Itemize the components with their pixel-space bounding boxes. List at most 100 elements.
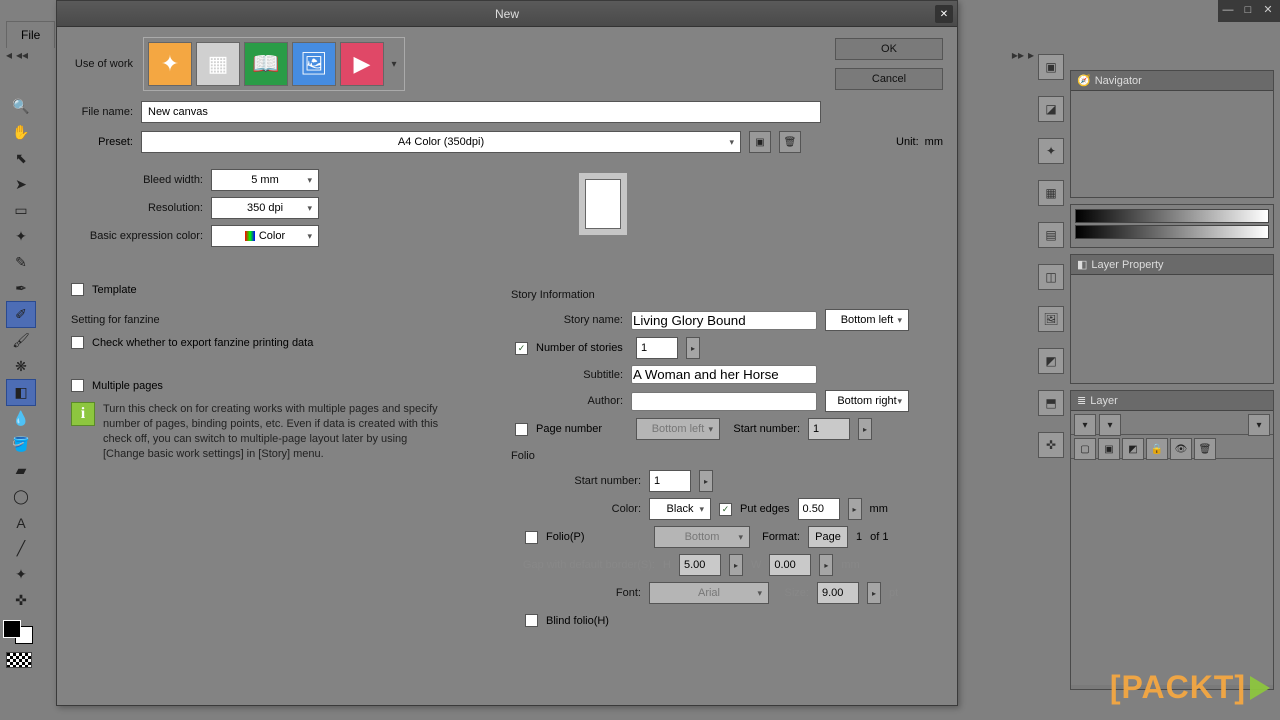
marquee-tool-icon[interactable]: ▭ xyxy=(6,197,36,224)
use-book-icon[interactable]: 📖 xyxy=(244,42,288,86)
dock-btn-4-icon[interactable]: ▦ xyxy=(1038,180,1064,206)
layer-act-1-icon[interactable]: ▢ xyxy=(1074,438,1096,460)
airbrush-tool-icon[interactable]: 🖌 xyxy=(6,327,36,354)
window-controls: — □ ✕ xyxy=(1218,0,1280,22)
dock-btn-5-icon[interactable]: ▤ xyxy=(1038,222,1064,248)
dock-btn-6-icon[interactable]: ◫ xyxy=(1038,264,1064,290)
folio-start-stepper[interactable]: ▸ xyxy=(699,470,713,492)
dock-btn-3-icon[interactable]: ✦ xyxy=(1038,138,1064,164)
bleed-width-select[interactable]: 5 mm xyxy=(211,169,319,191)
gradient-strip-2[interactable] xyxy=(1075,225,1269,239)
layer-tb-2-icon[interactable]: ▾ xyxy=(1099,414,1121,436)
page-start-stepper: ▸ xyxy=(858,418,872,440)
use-dropdown-icon[interactable]: ▾ xyxy=(388,42,400,86)
layer-act-5-icon[interactable]: 👁 xyxy=(1170,438,1192,460)
layer-act-6-icon[interactable]: 🗑 xyxy=(1194,438,1216,460)
multiple-pages-checkbox[interactable] xyxy=(71,379,84,392)
put-edges-stepper[interactable]: ▸ xyxy=(848,498,862,520)
ok-button[interactable]: OK xyxy=(835,38,943,60)
blind-folio-checkbox[interactable] xyxy=(525,614,538,627)
folio-start-input[interactable] xyxy=(649,470,691,492)
preset-select[interactable]: A4 Color (350dpi)▾ xyxy=(141,131,741,153)
font-select: Arial xyxy=(649,582,769,604)
wand-tool-icon[interactable]: ✦ xyxy=(6,223,36,250)
menu-file[interactable]: File xyxy=(6,21,55,48)
gradient-tool-icon[interactable]: ▰ xyxy=(6,457,36,484)
num-stories-input[interactable] xyxy=(636,337,678,359)
eyedropper-tool-icon[interactable]: ✜ xyxy=(6,587,36,614)
story-info-title: Story Information xyxy=(511,289,939,301)
dialog-titlebar[interactable]: New ✕ xyxy=(57,1,957,27)
nav-right-icon[interactable]: ▸ xyxy=(1028,48,1034,62)
transparency-swatch-icon[interactable] xyxy=(6,652,32,668)
magnify-tool-icon[interactable]: 🔍 xyxy=(6,93,36,120)
fill-tool-icon[interactable]: 🪣 xyxy=(6,431,36,458)
nav-left-icon[interactable]: ◂ xyxy=(6,48,12,68)
info-text: Turn this check on for creating works wi… xyxy=(103,402,443,461)
folio-p-position-select: Bottom xyxy=(654,526,750,548)
num-stories-stepper[interactable]: ▸ xyxy=(686,337,700,359)
pen-tool-icon[interactable]: ✒ xyxy=(6,275,36,302)
resolution-select[interactable]: 350 dpi xyxy=(211,197,319,219)
layer-tb-3-icon[interactable]: ▾ xyxy=(1248,414,1270,436)
layer-act-2-icon[interactable]: ▣ xyxy=(1098,438,1120,460)
text-tool-icon[interactable]: A xyxy=(6,509,36,536)
dock-btn-8-icon[interactable]: ◩ xyxy=(1038,348,1064,374)
gradient-strip-panel[interactable] xyxy=(1070,204,1274,248)
use-print-icon[interactable]: 🖼 xyxy=(292,42,336,86)
template-checkbox[interactable] xyxy=(71,283,84,296)
minimize-button[interactable]: — xyxy=(1220,3,1236,19)
author-input[interactable] xyxy=(631,392,817,411)
maximize-button[interactable]: □ xyxy=(1240,3,1256,19)
dock-btn-1-icon[interactable]: ▣ xyxy=(1038,54,1064,80)
hand-tool-icon[interactable]: ✋ xyxy=(6,119,36,146)
dock-btn-7-icon[interactable]: 🖼 xyxy=(1038,306,1064,332)
story-name-position-select[interactable]: Bottom left xyxy=(825,309,909,331)
layer-tb-1-icon[interactable]: ▾ xyxy=(1074,414,1096,436)
num-stories-checkbox[interactable] xyxy=(515,342,528,355)
page-start-input xyxy=(808,418,850,440)
dock-btn-10-icon[interactable]: ✜ xyxy=(1038,432,1064,458)
dock-btn-9-icon[interactable]: ⬒ xyxy=(1038,390,1064,416)
cancel-button[interactable]: Cancel xyxy=(835,68,943,90)
story-name-input[interactable] xyxy=(631,311,817,330)
author-label: Author: xyxy=(511,395,623,407)
move-tool-icon[interactable]: ⬉ xyxy=(6,145,36,172)
subtitle-input[interactable] xyxy=(631,365,817,384)
use-comic-icon[interactable]: ▦ xyxy=(196,42,240,86)
dialog-close-button[interactable]: ✕ xyxy=(935,5,953,23)
folio-p-checkbox[interactable] xyxy=(525,531,538,544)
expression-color-select[interactable]: Color xyxy=(211,225,319,247)
pencil-tool-icon[interactable]: ✐ xyxy=(6,301,36,328)
color-swatch[interactable] xyxy=(3,620,33,644)
folio-color-select[interactable]: Black xyxy=(649,498,711,520)
blend-tool-icon[interactable]: 💧 xyxy=(6,405,36,432)
figure-tool-icon[interactable]: ◯ xyxy=(6,483,36,510)
eraser-tool-icon[interactable]: ◧ xyxy=(6,379,36,406)
decoration-tool-icon[interactable]: ❋ xyxy=(6,353,36,380)
correct-tool-icon[interactable]: ✦ xyxy=(6,561,36,588)
page-number-checkbox[interactable] xyxy=(515,423,528,436)
use-animation-icon[interactable]: ▶ xyxy=(340,42,384,86)
nav-dright-icon[interactable]: ▸▸ xyxy=(1012,48,1024,62)
put-edges-input[interactable] xyxy=(798,498,840,520)
right-dock: ▣ ◪ ✦ ▦ ▤ ◫ 🖼 ◩ ⬒ ✜ 🧭Navigator ◧Layer Pr… xyxy=(1038,48,1280,720)
brush-tool-icon[interactable]: ✎ xyxy=(6,249,36,276)
operation-tool-icon[interactable]: ➤ xyxy=(6,171,36,198)
nav-dleft-icon[interactable]: ◂◂ xyxy=(16,48,28,68)
use-illustration-icon[interactable]: ✦ xyxy=(148,42,192,86)
dock-btn-2-icon[interactable]: ◪ xyxy=(1038,96,1064,122)
line-tool-icon[interactable]: ╱ xyxy=(6,535,36,562)
author-position-select[interactable]: Bottom right xyxy=(825,390,909,412)
layer-act-4-icon[interactable]: 🔒 xyxy=(1146,438,1168,460)
fg-color-icon[interactable] xyxy=(3,620,21,638)
close-window-button[interactable]: ✕ xyxy=(1260,3,1276,19)
fanzine-checkbox[interactable] xyxy=(71,336,84,349)
unit-value[interactable]: mm xyxy=(925,136,943,148)
preset-save-button[interactable]: ▣ xyxy=(749,131,771,153)
gradient-strip-1[interactable] xyxy=(1075,209,1269,223)
put-edges-checkbox[interactable] xyxy=(719,503,732,516)
preset-delete-button[interactable]: 🗑 xyxy=(779,131,801,153)
layer-act-3-icon[interactable]: ◩ xyxy=(1122,438,1144,460)
file-name-input[interactable] xyxy=(141,101,821,123)
